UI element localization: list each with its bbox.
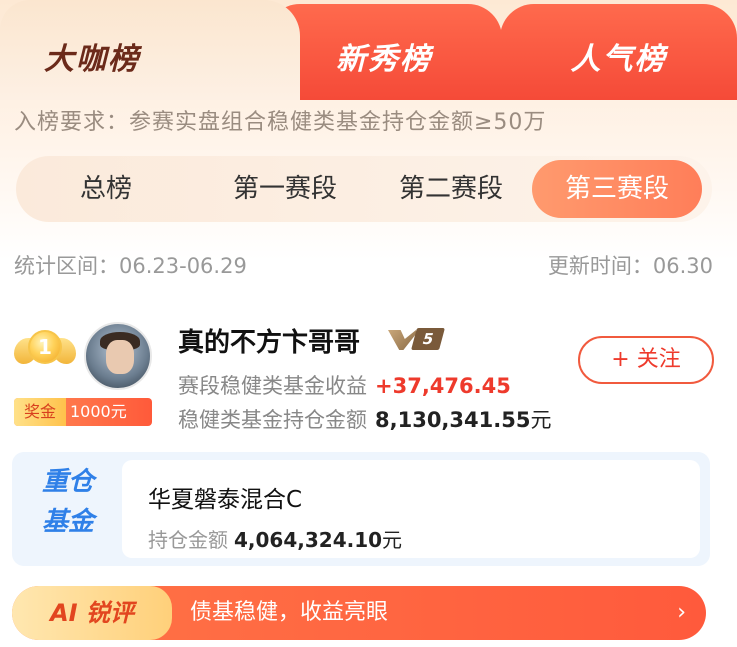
top-fund-card[interactable]: 重仓 基金 华夏磐泰混合C 持仓金额 4,064,324.10元 [12, 452, 710, 566]
top-fund-tag: 重仓 基金 [30, 462, 106, 556]
award-badge: 奖金 1000元 [14, 398, 152, 426]
username[interactable]: 真的不方卞哥哥 [178, 322, 360, 359]
entry-requirement: 入榜要求：参赛实盘组合稳健类基金持仓金额≥50万 [14, 110, 547, 135]
tab-rookie-label: 新秀榜 [336, 42, 432, 77]
leaderboard-tabs: 新秀榜 人气榜 大咖榜 [0, 0, 737, 100]
segment-stage-3[interactable]: 第三赛段 [532, 160, 702, 218]
avatar[interactable] [84, 322, 152, 390]
stage-return-row: 赛段稳健类基金收益 +37,476.45 [178, 370, 511, 400]
tab-popular[interactable]: 人气榜 [500, 4, 737, 100]
fund-holding-unit: 元 [382, 528, 403, 552]
tab-rookie[interactable]: 新秀榜 [266, 4, 502, 100]
holding-value: 8,130,341.55 [375, 408, 531, 432]
fund-holding-row: 持仓金额 4,064,324.10元 [148, 524, 402, 553]
segment-overall[interactable]: 总榜 [46, 156, 166, 222]
holding-unit: 元 [530, 408, 552, 432]
award-amount: 1000元 [70, 402, 127, 421]
ai-review-text: 债基稳健，收益亮眼 [190, 600, 389, 625]
holding-label: 稳健类基金持仓金额 [178, 408, 367, 432]
holding-row: 稳健类基金持仓金额 8,130,341.55元 [178, 404, 551, 434]
tab-big-shot-label: 大咖榜 [44, 42, 140, 77]
chevron-right-icon: › [677, 600, 686, 625]
stat-period: 统计区间：06.23-06.29 [14, 254, 247, 278]
stage-return-value: +37,476.45 [375, 374, 511, 398]
fund-holding-value: 4,064,324.10 [234, 528, 383, 552]
stage-return-label: 赛段稳健类基金收益 [178, 374, 367, 398]
segment-stage-2[interactable]: 第二赛段 [376, 156, 526, 222]
fund-holding-label: 持仓金额 [148, 528, 228, 552]
award-tag: 奖金 [14, 398, 66, 426]
fund-name: 华夏磐泰混合C [148, 487, 303, 513]
tab-big-shot[interactable]: 大咖榜 [0, 0, 300, 100]
follow-button[interactable]: + 关注 [578, 336, 714, 384]
segment-stage-1[interactable]: 第一赛段 [210, 156, 360, 222]
update-time: 更新时间：06.30 [547, 254, 713, 278]
top-fund-tag-line1: 重仓 [41, 467, 94, 497]
avatar-face [106, 340, 134, 374]
stage-selector: 总榜 第一赛段 第二赛段 第三赛段 [16, 156, 712, 222]
level-number: 5 [411, 328, 445, 350]
ai-review-bar[interactable]: AI 锐评 债基稳健，收益亮眼 › [12, 586, 706, 640]
rank-number: 1 [28, 330, 62, 364]
ai-review-tag: AI 锐评 [12, 586, 172, 640]
rank-medal-icon: 1 [14, 330, 76, 384]
fund-detail: 华夏磐泰混合C 持仓金额 4,064,324.10元 [122, 460, 700, 558]
tab-popular-label: 人气榜 [570, 42, 667, 77]
top-fund-tag-line2: 基金 [41, 507, 94, 537]
level-badge: 5 [388, 328, 458, 352]
